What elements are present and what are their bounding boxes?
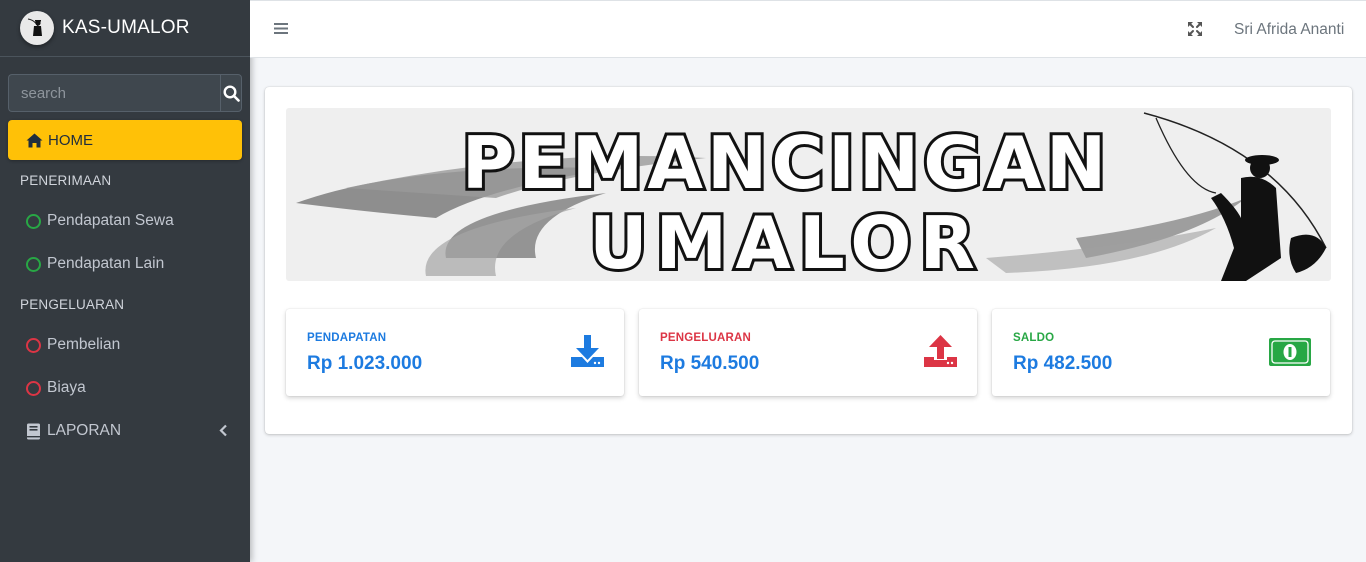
upload-icon: [924, 335, 957, 367]
fullscreen-button[interactable]: [1187, 21, 1203, 42]
sidebar-item-label: Pendapatan Lain: [47, 255, 165, 272]
stat-card-saldo: SALDO Rp 482.500: [992, 309, 1330, 396]
banner-title-line2: UMALOR: [589, 201, 983, 281]
stat-value: Rp 482.500: [1013, 353, 1113, 374]
circle-outline-icon: [26, 256, 41, 272]
stat-label: PENDAPATAN: [307, 332, 387, 344]
sidebar-item-label: Biaya: [47, 379, 86, 396]
search-input[interactable]: [8, 74, 220, 112]
stat-label: PENGELUARAN: [660, 332, 752, 344]
money-bill-icon: [1269, 338, 1311, 366]
sidebar-header-pengeluaran: PENGELUARAN: [20, 297, 125, 312]
sidebar-item-laporan[interactable]: LAPORAN: [8, 413, 242, 449]
stat-card-pendapatan: PENDAPATAN Rp 1.023.000: [286, 309, 624, 396]
circle-outline-icon: [26, 213, 41, 229]
fisherman-logo-icon: [27, 18, 42, 36]
book-icon: [27, 423, 40, 439]
stat-label: SALDO: [1013, 332, 1055, 344]
sidebar-item-biaya[interactable]: Biaya: [8, 370, 242, 406]
download-icon: [571, 335, 604, 367]
pemancingan-umalor-banner: PEMANCINGAN UMALOR: [296, 112, 1327, 281]
home-icon: [26, 133, 43, 147]
banner-image: PEMANCINGAN UMALOR: [286, 108, 1331, 281]
chevron-left-icon: [219, 424, 227, 437]
hamburger-icon: [274, 23, 288, 34]
circle-outline-icon: [26, 337, 41, 353]
circle-outline-icon: [26, 380, 41, 396]
brand-logo: [20, 11, 54, 45]
stat-value: Rp 1.023.000: [307, 353, 423, 374]
menu-toggle-button[interactable]: [274, 22, 288, 40]
expand-arrows-icon: [1188, 22, 1202, 36]
stat-value: Rp 540.500: [660, 353, 760, 374]
brand-link[interactable]: KAS-UMALOR: [0, 0, 250, 57]
sidebar-search: [8, 74, 242, 112]
sidebar-item-label: Pendapatan Sewa: [47, 212, 174, 229]
sidebar-item-label: Pembelian: [47, 336, 121, 353]
sidebar-item-label: LAPORAN: [47, 422, 122, 439]
brand-title: KAS-UMALOR: [62, 17, 190, 38]
sidebar-item-label: HOME: [48, 131, 93, 149]
stat-card-pengeluaran: PENGELUARAN Rp 540.500: [639, 309, 977, 396]
sidebar-header-penerimaan: PENERIMAAN: [20, 173, 112, 188]
search-button[interactable]: [220, 74, 242, 112]
sidebar-item-home[interactable]: HOME: [8, 120, 242, 160]
user-menu[interactable]: Sri Afrida Ananti: [1234, 21, 1344, 39]
sidebar-item-pendapatan-lain[interactable]: Pendapatan Lain: [8, 246, 242, 282]
dashboard-card: PEMANCINGAN UMALOR PENDAPATAN Rp 1.023.0…: [265, 87, 1352, 434]
sidebar: KAS-UMALOR HOME PENERIMAAN Pendapatan Se…: [0, 0, 250, 562]
top-navbar: Sri Afrida Ananti: [250, 0, 1366, 58]
sidebar-item-pendapatan-sewa[interactable]: Pendapatan Sewa: [8, 203, 242, 239]
banner-title-line1: PEMANCINGAN: [462, 121, 1111, 205]
search-icon: [222, 84, 240, 102]
sidebar-item-pembelian[interactable]: Pembelian: [8, 327, 242, 363]
